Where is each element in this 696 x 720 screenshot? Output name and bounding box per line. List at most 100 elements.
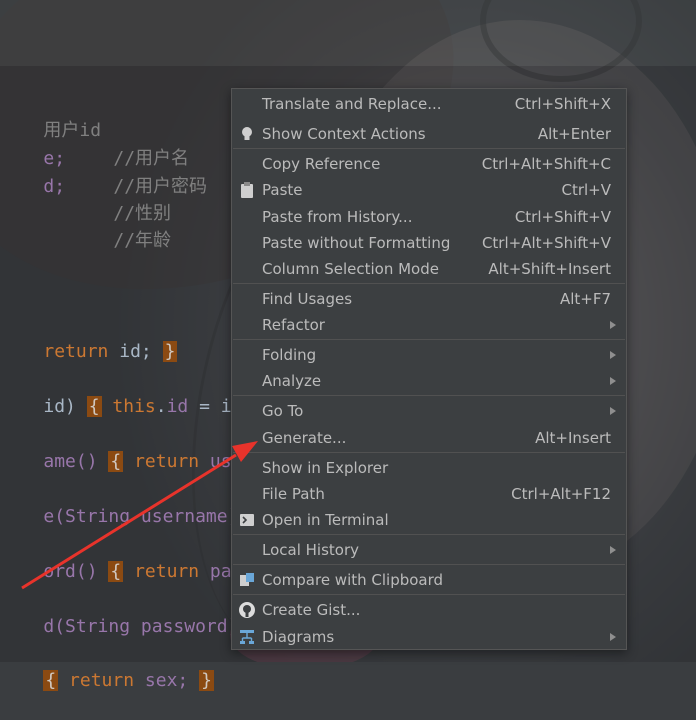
menu-item-go-to[interactable]: Go To bbox=[232, 398, 626, 424]
code-keyword: return bbox=[58, 670, 135, 691]
menu-item-label: Show in Explorer bbox=[262, 459, 389, 477]
clipboard-icon bbox=[238, 181, 256, 199]
menu-item-show-context-actions[interactable]: Show Context Actions Alt+Enter bbox=[232, 121, 626, 147]
menu-item-label: Compare with Clipboard bbox=[262, 571, 444, 589]
menu-item-shortcut: Ctrl+Alt+Shift+V bbox=[481, 234, 611, 252]
menu-item-label: Create Gist... bbox=[262, 601, 361, 619]
menu-item-refactor[interactable]: Refactor bbox=[232, 312, 626, 338]
menu-item-open-in-terminal[interactable]: Open in Terminal bbox=[232, 507, 626, 533]
menu-item-file-path[interactable]: File Path Ctrl+Alt+F12 bbox=[232, 481, 626, 507]
code-text: . bbox=[155, 396, 167, 417]
code-brace: } bbox=[162, 341, 178, 362]
menu-item-label: Column Selection Mode bbox=[262, 260, 439, 278]
menu-item-label: Find Usages bbox=[262, 290, 353, 308]
menu-item-label: Refactor bbox=[262, 316, 325, 334]
code-line[interactable]: d; bbox=[0, 148, 65, 197]
menu-separator bbox=[233, 564, 625, 565]
menu-item-label: Translate and Replace... bbox=[262, 95, 442, 113]
code-line[interactable]: 用户id bbox=[0, 92, 101, 141]
code-text: id; bbox=[108, 341, 163, 362]
code-line[interactable]: //性别 bbox=[70, 175, 171, 224]
code-brace: { bbox=[108, 451, 124, 472]
code-line[interactable]: //年龄 bbox=[70, 202, 171, 251]
menu-item-analyze[interactable]: Analyze bbox=[232, 368, 626, 394]
submenu-arrow-icon bbox=[610, 351, 616, 359]
menu-separator bbox=[233, 339, 625, 340]
menu-item-paste[interactable]: Paste Ctrl+V bbox=[232, 177, 626, 203]
menu-item-paste-from-history[interactable]: Paste from History... Ctrl+Shift+V bbox=[232, 204, 626, 230]
menu-item-label: Folding bbox=[262, 346, 317, 364]
menu-item-column-selection-mode[interactable]: Column Selection Mode Alt+Shift+Insert bbox=[232, 256, 626, 282]
code-comment: //年龄 bbox=[113, 230, 172, 251]
menu-item-shortcut: Alt+Shift+Insert bbox=[488, 260, 611, 278]
menu-item-shortcut: Alt+Enter bbox=[537, 125, 611, 143]
code-line[interactable]: e(String username) { bbox=[0, 478, 265, 527]
code-text: id) bbox=[43, 396, 87, 417]
menu-separator bbox=[233, 395, 625, 396]
code-brace: { bbox=[43, 670, 59, 691]
menu-item-label: Paste without Formatting bbox=[262, 234, 451, 252]
code-line[interactable]: e; bbox=[0, 120, 65, 169]
code-field: id bbox=[166, 396, 189, 417]
editor-tab-bar bbox=[0, 0, 696, 66]
code-keyword: return bbox=[123, 451, 200, 472]
menu-item-find-usages[interactable]: Find Usages Alt+F7 bbox=[232, 286, 626, 312]
submenu-arrow-icon bbox=[610, 407, 616, 415]
menu-item-paste-without-formatting[interactable]: Paste without Formatting Ctrl+Alt+Shift+… bbox=[232, 230, 626, 256]
menu-separator bbox=[233, 148, 625, 149]
menu-separator bbox=[233, 283, 625, 284]
menu-item-label: Show Context Actions bbox=[262, 125, 426, 143]
menu-item-copy-reference[interactable]: Copy Reference Ctrl+Alt+Shift+C bbox=[232, 151, 626, 177]
code-line[interactable]: { return sex; } bbox=[0, 642, 214, 691]
code-brace: { bbox=[86, 396, 102, 417]
menu-item-label: Diagrams bbox=[262, 628, 335, 646]
code-line[interactable]: //用户名 bbox=[70, 120, 189, 169]
menu-item-shortcut: Ctrl+Alt+F12 bbox=[511, 485, 611, 503]
code-line[interactable]: return id; } bbox=[0, 313, 178, 362]
code-line[interactable]: d(String password) { bbox=[0, 588, 265, 637]
menu-item-compare-with-clipboard[interactable]: Compare with Clipboard bbox=[232, 567, 626, 593]
menu-item-local-history[interactable]: Local History bbox=[232, 537, 626, 563]
code-text: e(String username) bbox=[43, 506, 250, 527]
code-field-tail: d; bbox=[43, 176, 66, 197]
code-line[interactable]: //用户密码 bbox=[70, 148, 207, 197]
menu-item-shortcut: Alt+Insert bbox=[535, 429, 611, 447]
menu-item-label: File Path bbox=[262, 485, 325, 503]
code-brace: } bbox=[199, 670, 214, 691]
submenu-arrow-icon bbox=[610, 546, 616, 554]
menu-separator bbox=[233, 534, 625, 535]
lightbulb-icon bbox=[238, 125, 256, 143]
github-icon bbox=[238, 601, 256, 619]
menu-item-label: Open in Terminal bbox=[262, 511, 389, 529]
code-line[interactable]: ord() { return passw bbox=[0, 533, 264, 582]
code-keyword: return bbox=[123, 561, 200, 582]
menu-item-label: Local History bbox=[262, 541, 360, 559]
menu-item-folding[interactable]: Folding bbox=[232, 342, 626, 368]
menu-item-label: Copy Reference bbox=[262, 155, 381, 173]
code-keyword: this bbox=[101, 396, 156, 417]
code-keyword: return bbox=[43, 341, 109, 362]
menu-item-shortcut: Ctrl+Shift+V bbox=[514, 208, 611, 226]
code-line[interactable]: id) { this.id = id; bbox=[0, 368, 253, 417]
menu-item-label: Go To bbox=[262, 402, 304, 420]
menu-item-create-gist[interactable]: Create Gist... bbox=[232, 597, 626, 623]
menu-item-shortcut: Ctrl+Shift+X bbox=[514, 95, 611, 113]
menu-item-show-in-explorer[interactable]: Show in Explorer bbox=[232, 455, 626, 481]
menu-item-shortcut: Ctrl+V bbox=[561, 181, 611, 199]
menu-item-diagrams[interactable]: Diagrams bbox=[232, 624, 626, 650]
menu-item-generate[interactable]: Generate... Alt+Insert bbox=[232, 425, 626, 451]
menu-item-shortcut: Alt+F7 bbox=[559, 290, 611, 308]
menu-item-shortcut: Ctrl+Alt+Shift+C bbox=[481, 155, 611, 173]
code-field: sex; bbox=[134, 670, 200, 691]
menu-item-label: Generate... bbox=[262, 429, 347, 447]
code-line[interactable]: ame() { return usern bbox=[0, 423, 264, 472]
submenu-arrow-icon bbox=[610, 633, 616, 641]
menu-item-translate-and-replace[interactable]: Translate and Replace... Ctrl+Shift+X bbox=[232, 91, 626, 117]
code-text: ord() bbox=[43, 561, 109, 582]
context-menu: Translate and Replace... Ctrl+Shift+X Sh… bbox=[231, 88, 627, 650]
menu-item-label: Paste bbox=[262, 181, 303, 199]
code-text: ame() bbox=[43, 451, 109, 472]
menu-item-label: Paste from History... bbox=[262, 208, 413, 226]
code-brace: { bbox=[108, 561, 124, 582]
diagram-icon bbox=[238, 628, 256, 646]
